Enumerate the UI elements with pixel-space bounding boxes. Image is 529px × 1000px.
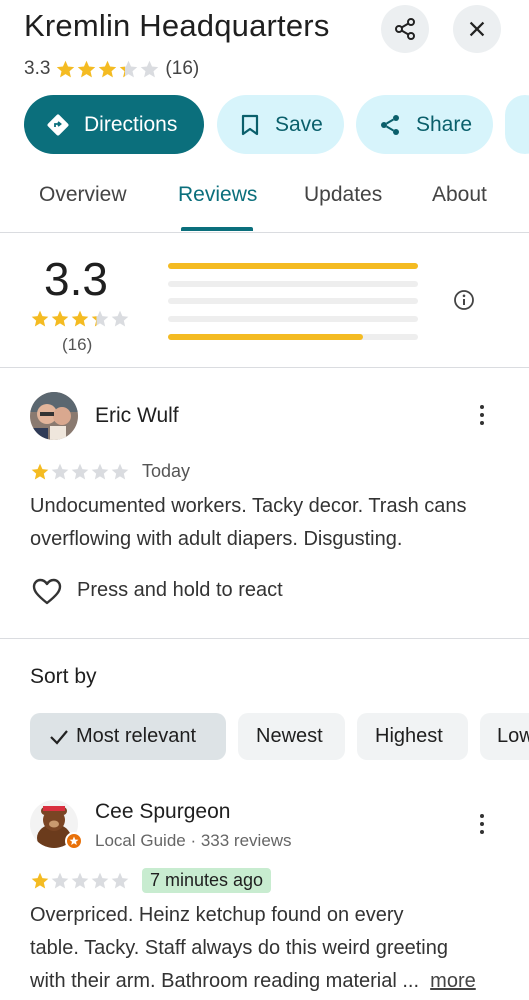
rating-bar-1-fill <box>168 334 363 340</box>
summary-divider <box>0 367 529 368</box>
rating-bar-3 <box>168 298 418 304</box>
review-divider <box>0 638 529 639</box>
close-icon <box>469 21 485 37</box>
avatar-photo-icon <box>30 392 78 440</box>
sort-option-label: Low <box>497 725 529 747</box>
star-icon <box>111 463 129 480</box>
place-title: Kremlin Headquarters <box>24 8 330 43</box>
review-text: Overpriced. Heinz ketchup found on every… <box>30 899 520 998</box>
tab-updates[interactable]: Updates <box>304 183 382 207</box>
review-text-line-content: with their arm. Bathroom reading materia… <box>30 970 420 992</box>
avatar[interactable] <box>30 800 84 859</box>
review-stars <box>30 871 130 891</box>
dot <box>480 405 484 409</box>
rating-bar-5-fill <box>168 263 418 269</box>
checkmark-icon <box>50 729 68 745</box>
directions-button[interactable]: Directions <box>24 95 204 154</box>
active-tab-indicator <box>181 227 253 231</box>
sort-option-label: Newest <box>256 725 323 747</box>
bookmark-icon <box>241 114 259 135</box>
review-text-line: table. Tacky. Staff always do this weird… <box>30 937 448 959</box>
directions-label: Directions <box>84 112 178 136</box>
react-prompt[interactable]: Press and hold to react <box>77 579 283 602</box>
dot <box>480 822 484 826</box>
review-time: Today <box>142 461 191 481</box>
sort-most-relevant[interactable]: Most relevant <box>30 713 226 760</box>
more-link[interactable]: more <box>430 970 476 992</box>
rating-value: 3.3 <box>24 58 51 79</box>
rating-bar-5 <box>168 263 418 269</box>
tab-overview[interactable]: Overview <box>39 183 127 207</box>
avatar[interactable] <box>30 392 78 445</box>
share-icon <box>395 18 415 40</box>
info-button[interactable] <box>453 289 475 316</box>
place-rating: 3.3 (16) <box>24 58 199 80</box>
star-icon <box>111 872 129 889</box>
star-icon <box>120 60 138 77</box>
share-header-button[interactable] <box>381 5 429 53</box>
star-icon <box>31 310 49 327</box>
review-menu-button[interactable] <box>477 405 487 425</box>
star-icon <box>57 60 75 77</box>
review-count: (16) <box>165 58 200 79</box>
share-button[interactable]: Share <box>356 95 493 154</box>
tab-reviews[interactable]: Reviews <box>178 183 257 207</box>
reviewer-meta: Local Guide · 333 reviews <box>95 831 292 850</box>
review-text-line: with their arm. Bathroom reading materia… <box>30 965 520 998</box>
react-button[interactable] <box>32 578 62 610</box>
star-icon <box>111 310 129 327</box>
review-author[interactable]: Eric Wulf <box>95 404 179 428</box>
star-icon <box>141 60 159 77</box>
dot <box>480 421 484 425</box>
tabs-divider <box>0 232 529 233</box>
star-icon <box>71 310 89 327</box>
rating-bar-2 <box>168 316 418 322</box>
review-author[interactable]: Cee Spurgeon <box>95 800 230 824</box>
review-menu-button[interactable] <box>477 814 487 834</box>
star-icon <box>31 463 49 480</box>
avatar-photo-icon <box>30 800 83 850</box>
sort-option-label: Most relevant <box>76 725 197 747</box>
rating-bar-4 <box>168 281 418 287</box>
summary-count: (16) <box>62 335 93 354</box>
sort-option-label: Highest <box>375 725 443 747</box>
review-stars <box>30 462 130 482</box>
save-button[interactable]: Save <box>217 95 344 154</box>
review-text-line: Overpriced. Heinz ketchup found on every <box>30 904 404 926</box>
sort-lowest[interactable]: Low <box>480 713 529 760</box>
star-icon <box>51 872 69 889</box>
sort-label: Sort by <box>30 665 97 688</box>
review-time: 7 minutes ago <box>142 868 272 893</box>
tab-about[interactable]: About <box>432 183 487 207</box>
review-text: Undocumented workers. Tacky decor. Trash… <box>30 495 467 550</box>
star-icon <box>91 872 109 889</box>
close-button[interactable] <box>453 5 501 53</box>
summary-score: 3.3 <box>44 253 108 305</box>
save-label: Save <box>275 112 323 136</box>
star-icon <box>51 310 69 327</box>
star-icon <box>71 872 89 889</box>
star-icon <box>99 60 117 77</box>
dot <box>480 413 484 417</box>
heart-icon <box>32 578 62 605</box>
share-label: Share <box>416 112 473 136</box>
star-icon <box>91 463 109 480</box>
share-icon <box>381 114 399 135</box>
star-icon <box>78 60 96 77</box>
rating-stars <box>55 59 160 80</box>
star-icon <box>71 463 89 480</box>
info-icon <box>454 290 474 310</box>
star-icon <box>51 463 69 480</box>
summary-stars <box>30 309 130 329</box>
star-icon <box>31 872 49 889</box>
sort-highest[interactable]: Highest <box>357 713 468 760</box>
dot <box>480 830 484 834</box>
more-actions-button[interactable] <box>505 95 529 154</box>
star-icon <box>91 310 109 327</box>
rating-bar-1 <box>168 334 418 340</box>
sort-newest[interactable]: Newest <box>238 713 345 760</box>
dot <box>480 814 484 818</box>
directions-icon <box>47 114 69 135</box>
